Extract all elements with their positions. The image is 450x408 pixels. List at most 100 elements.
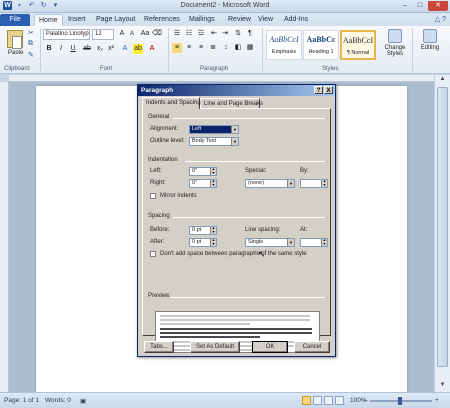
decrease-indent-icon[interactable]: ⇤: [209, 29, 219, 39]
proofing-icon[interactable]: ▣: [80, 397, 86, 405]
maximize-button[interactable]: □: [413, 1, 427, 11]
copy-icon[interactable]: ⧉: [28, 40, 33, 48]
dropdown-arrow-icon[interactable]: ▼: [231, 138, 238, 145]
align-right-icon[interactable]: ≡: [196, 43, 206, 53]
font-color-icon[interactable]: A: [147, 44, 157, 54]
tab-add-ins[interactable]: Add-Ins: [280, 14, 312, 26]
vertical-ruler[interactable]: [0, 82, 9, 392]
dialog-help-button[interactable]: ?: [314, 86, 323, 94]
mirror-indents-checkbox[interactable]: [150, 193, 156, 199]
grow-font-icon[interactable]: A: [117, 29, 127, 39]
sort-icon[interactable]: ⇅: [233, 29, 243, 39]
italic-icon[interactable]: I: [56, 44, 66, 54]
tab-insert[interactable]: Insert: [64, 14, 90, 26]
outline-level-select[interactable]: Body Text ▼: [189, 137, 239, 146]
font-size-select[interactable]: 12: [92, 29, 114, 40]
close-button[interactable]: ✕: [428, 1, 448, 11]
alignment-select[interactable]: Left ▼: [189, 125, 239, 134]
window-title: Document2 - Microsoft Word: [180, 2, 270, 9]
outline-view-icon[interactable]: [335, 396, 344, 405]
bullets-icon[interactable]: ☰: [172, 29, 182, 39]
spinner-icon[interactable]: ▲ ▼: [210, 226, 216, 234]
paste-button[interactable]: Paste: [8, 50, 23, 56]
tab-view[interactable]: View: [254, 14, 277, 26]
format-painter-icon[interactable]: ✎: [28, 51, 34, 59]
shading-icon[interactable]: ◧: [233, 43, 243, 53]
tab-review[interactable]: Review: [224, 14, 255, 26]
special-select[interactable]: (none) ▼: [245, 179, 295, 188]
tab-mailings[interactable]: Mailings: [185, 14, 219, 26]
editing-button[interactable]: Editing: [414, 29, 446, 51]
underline-icon[interactable]: U: [68, 44, 78, 54]
web-layout-view-icon[interactable]: [324, 396, 333, 405]
vertical-scrollbar[interactable]: ▲ ▼: [434, 75, 450, 392]
dialog-close-button[interactable]: X: [324, 86, 333, 94]
clear-formatting-icon[interactable]: ⌫: [152, 29, 162, 39]
space-after-input[interactable]: 0 pt ▲ ▼: [189, 238, 217, 247]
space-before-input[interactable]: 0 pt ▲ ▼: [189, 226, 217, 235]
print-layout-view-icon[interactable]: [302, 396, 311, 405]
set-as-default-button[interactable]: Set As Default: [190, 341, 240, 353]
spinner-icon[interactable]: ▲ ▼: [210, 167, 216, 175]
paste-icon[interactable]: [7, 30, 23, 49]
zoom-in-button[interactable]: +: [435, 397, 439, 404]
style-heading-1[interactable]: AaBbCc Heading 1: [303, 30, 339, 60]
spinner-icon[interactable]: ▲ ▼: [321, 238, 327, 246]
tab-indents-and-spacing[interactable]: Indents and Spacing: [142, 97, 201, 109]
superscript-icon[interactable]: x²: [106, 44, 116, 54]
numbering-icon[interactable]: ☷: [184, 29, 194, 39]
tab-references[interactable]: References: [140, 14, 184, 26]
minimize-button[interactable]: –: [398, 1, 412, 11]
help-icon[interactable]: △ ?: [435, 15, 446, 23]
zoom-slider-knob[interactable]: [398, 397, 402, 405]
justify-icon[interactable]: ≣: [208, 43, 218, 53]
bold-icon[interactable]: B: [44, 44, 54, 54]
dropdown-arrow-icon[interactable]: ▼: [287, 239, 294, 246]
multilevel-list-icon[interactable]: ☲: [196, 29, 206, 39]
scrollbar-thumb[interactable]: [437, 87, 448, 367]
line-spacing-icon[interactable]: ↕: [221, 43, 231, 53]
borders-icon[interactable]: ▦: [245, 43, 255, 53]
zoom-slider[interactable]: [370, 397, 432, 405]
spinner-icon[interactable]: ▲ ▼: [210, 179, 216, 187]
shrink-font-icon[interactable]: A: [127, 29, 137, 39]
align-left-icon[interactable]: ≡: [172, 43, 182, 53]
tab-page-layout[interactable]: Page Layout: [92, 14, 139, 26]
change-styles-button[interactable]: Change Styles: [380, 29, 410, 57]
dropdown-arrow-icon[interactable]: ▼: [287, 180, 294, 187]
at-input[interactable]: ▲ ▼: [300, 238, 328, 247]
strikethrough-icon[interactable]: ab: [82, 44, 92, 54]
by-input[interactable]: ▲ ▼: [300, 179, 328, 188]
font-family-select[interactable]: Palatino Linotyp: [43, 29, 90, 40]
right-indent-input[interactable]: 0" ▲ ▼: [189, 179, 217, 188]
style-normal[interactable]: AaBbCcI ¶ Normal: [340, 30, 376, 60]
tab-file[interactable]: File: [0, 14, 30, 26]
highlight-icon[interactable]: ab: [133, 44, 143, 54]
full-screen-view-icon[interactable]: [313, 396, 322, 405]
dont-add-space-checkbox[interactable]: [150, 251, 156, 257]
cancel-button[interactable]: Cancel: [294, 341, 330, 353]
cut-icon[interactable]: ✂: [28, 29, 34, 37]
zoom-out-button[interactable]: –: [364, 397, 368, 404]
style-emphasis[interactable]: AaBbCcI Emphasis: [266, 30, 302, 60]
tabs-button[interactable]: Tabs...: [144, 341, 174, 353]
increase-indent-icon[interactable]: ⇥: [220, 29, 230, 39]
horizontal-ruler[interactable]: [9, 75, 434, 82]
word-count[interactable]: Words: 0: [45, 397, 71, 404]
dialog-title-bar: Paragraph ? X: [138, 85, 335, 96]
left-indent-input[interactable]: 0" ▲ ▼: [189, 167, 217, 176]
scroll-down-icon[interactable]: ▼: [437, 382, 448, 391]
change-case-icon[interactable]: Aa: [140, 29, 150, 39]
show-formatting-icon[interactable]: ¶: [245, 29, 255, 39]
tab-home[interactable]: Home: [34, 14, 63, 26]
line-spacing-select[interactable]: Single ▼: [245, 238, 295, 247]
dropdown-arrow-icon[interactable]: ▼: [231, 126, 238, 133]
text-effects-icon[interactable]: A: [120, 44, 130, 54]
align-center-icon[interactable]: ≡: [184, 43, 194, 53]
spinner-icon[interactable]: ▲ ▼: [210, 238, 216, 246]
spinner-icon[interactable]: ▲ ▼: [321, 179, 327, 187]
ok-button[interactable]: OK: [252, 341, 288, 353]
subscript-icon[interactable]: x₂: [95, 44, 105, 54]
scroll-up-icon[interactable]: ▲: [437, 76, 448, 85]
page-count[interactable]: Page: 1 of 1: [4, 397, 39, 404]
